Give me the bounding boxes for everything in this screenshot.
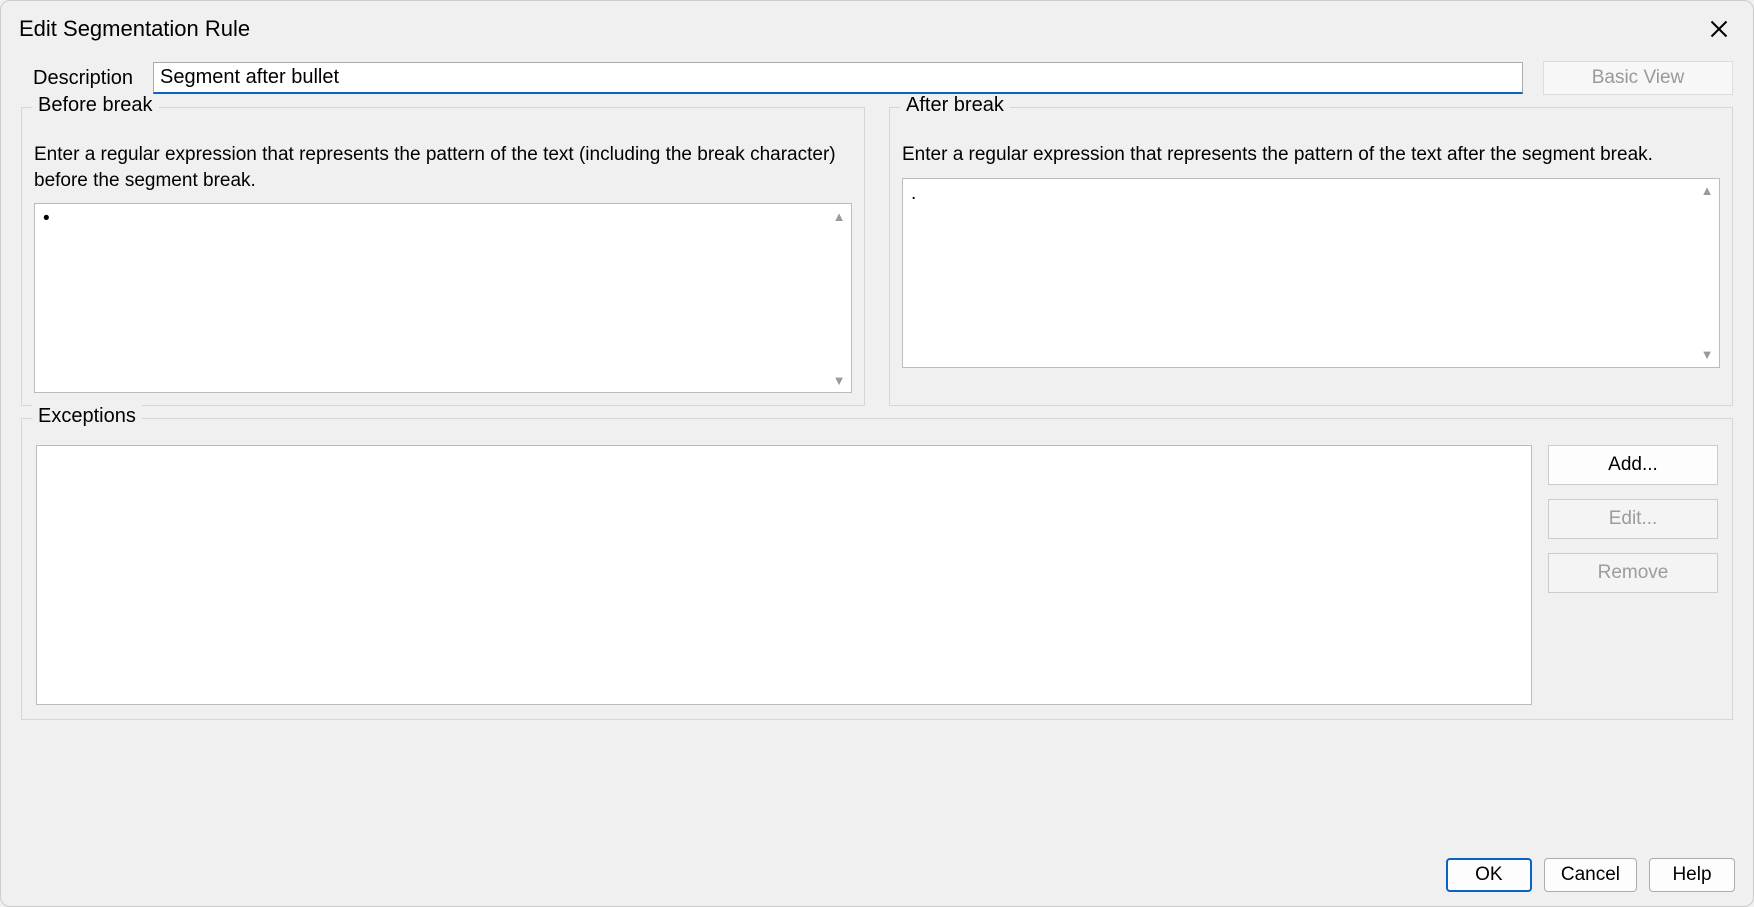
before-break-group: Before break Enter a regular expression … [21, 107, 865, 406]
after-break-down-button[interactable]: ▼ [1697, 345, 1717, 365]
after-break-input-wrap: ▲ ▼ [902, 178, 1720, 368]
chevron-up-icon: ▲ [1701, 183, 1714, 198]
before-break-help: Enter a regular expression that represen… [34, 142, 852, 193]
before-break-up-button[interactable]: ▲ [829, 206, 849, 226]
close-button[interactable] [1701, 11, 1737, 47]
dialog-body: Description Basic View Before break Ente… [1, 51, 1753, 850]
titlebar: Edit Segmentation Rule [1, 1, 1753, 51]
exceptions-buttons: Add... Edit... Remove [1548, 445, 1718, 705]
after-break-up-button[interactable]: ▲ [1697, 181, 1717, 201]
add-exception-button[interactable]: Add... [1548, 445, 1718, 485]
description-row: Description Basic View [21, 61, 1733, 95]
help-button[interactable]: Help [1649, 858, 1735, 892]
chevron-down-icon: ▼ [833, 373, 846, 388]
exceptions-title: Exceptions [32, 405, 142, 428]
edit-exception-button[interactable]: Edit... [1548, 499, 1718, 539]
chevron-down-icon: ▼ [1701, 347, 1714, 362]
break-columns: Before break Enter a regular expression … [21, 107, 1733, 406]
close-icon [1709, 19, 1729, 39]
exceptions-group: Exceptions Add... Edit... Remove [21, 418, 1733, 720]
before-break-input-wrap: ▲ ▼ [34, 203, 852, 393]
before-break-down-button[interactable]: ▼ [829, 370, 849, 390]
before-break-input[interactable] [34, 203, 852, 393]
ok-button[interactable]: OK [1446, 858, 1532, 892]
cancel-button[interactable]: Cancel [1544, 858, 1637, 892]
after-break-group: After break Enter a regular expression t… [889, 107, 1733, 406]
dialog-title: Edit Segmentation Rule [19, 16, 250, 42]
description-label: Description [21, 67, 133, 90]
after-break-help: Enter a regular expression that represen… [902, 142, 1720, 168]
exceptions-list[interactable] [36, 445, 1532, 705]
after-break-input[interactable] [902, 178, 1720, 368]
chevron-up-icon: ▲ [833, 209, 846, 224]
remove-exception-button[interactable]: Remove [1548, 553, 1718, 593]
description-input[interactable] [153, 62, 1523, 94]
before-break-title: Before break [32, 94, 159, 117]
dialog-footer: OK Cancel Help [1, 850, 1753, 906]
after-break-title: After break [900, 94, 1010, 117]
basic-view-button[interactable]: Basic View [1543, 61, 1733, 95]
edit-segmentation-rule-dialog: Edit Segmentation Rule Description Basic… [0, 0, 1754, 907]
